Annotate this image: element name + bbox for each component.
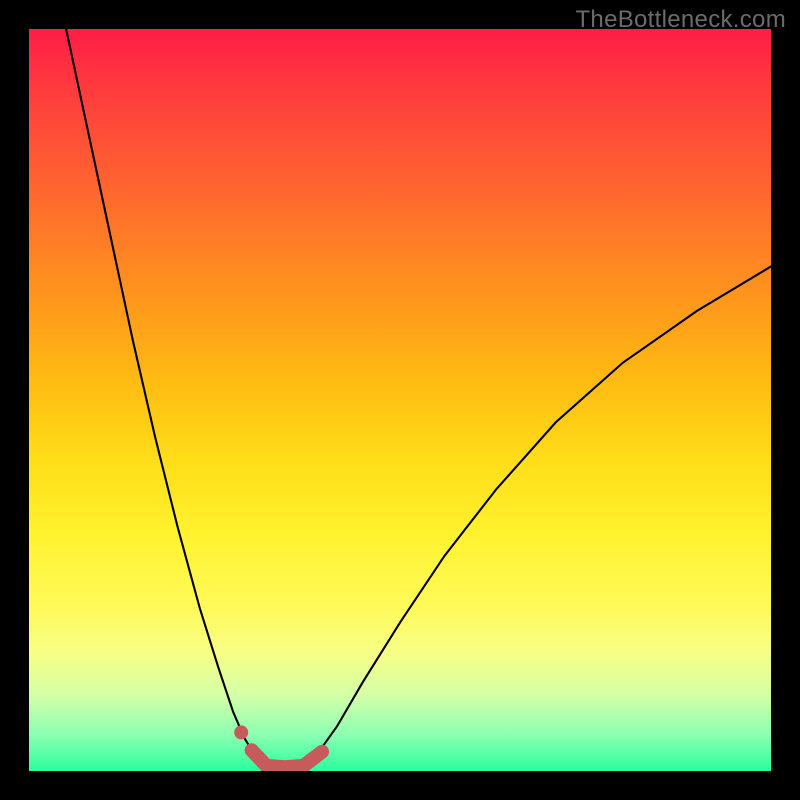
curve-left-branch xyxy=(66,29,266,767)
valley-overlay-dot xyxy=(234,725,248,739)
watermark-text: TheBottleneck.com xyxy=(575,6,786,34)
plot-area xyxy=(29,29,771,771)
curve-layer xyxy=(29,29,771,771)
valley-overlay-path xyxy=(252,750,322,767)
chart-frame: TheBottleneck.com xyxy=(0,0,800,800)
curve-right-branch xyxy=(304,266,771,767)
